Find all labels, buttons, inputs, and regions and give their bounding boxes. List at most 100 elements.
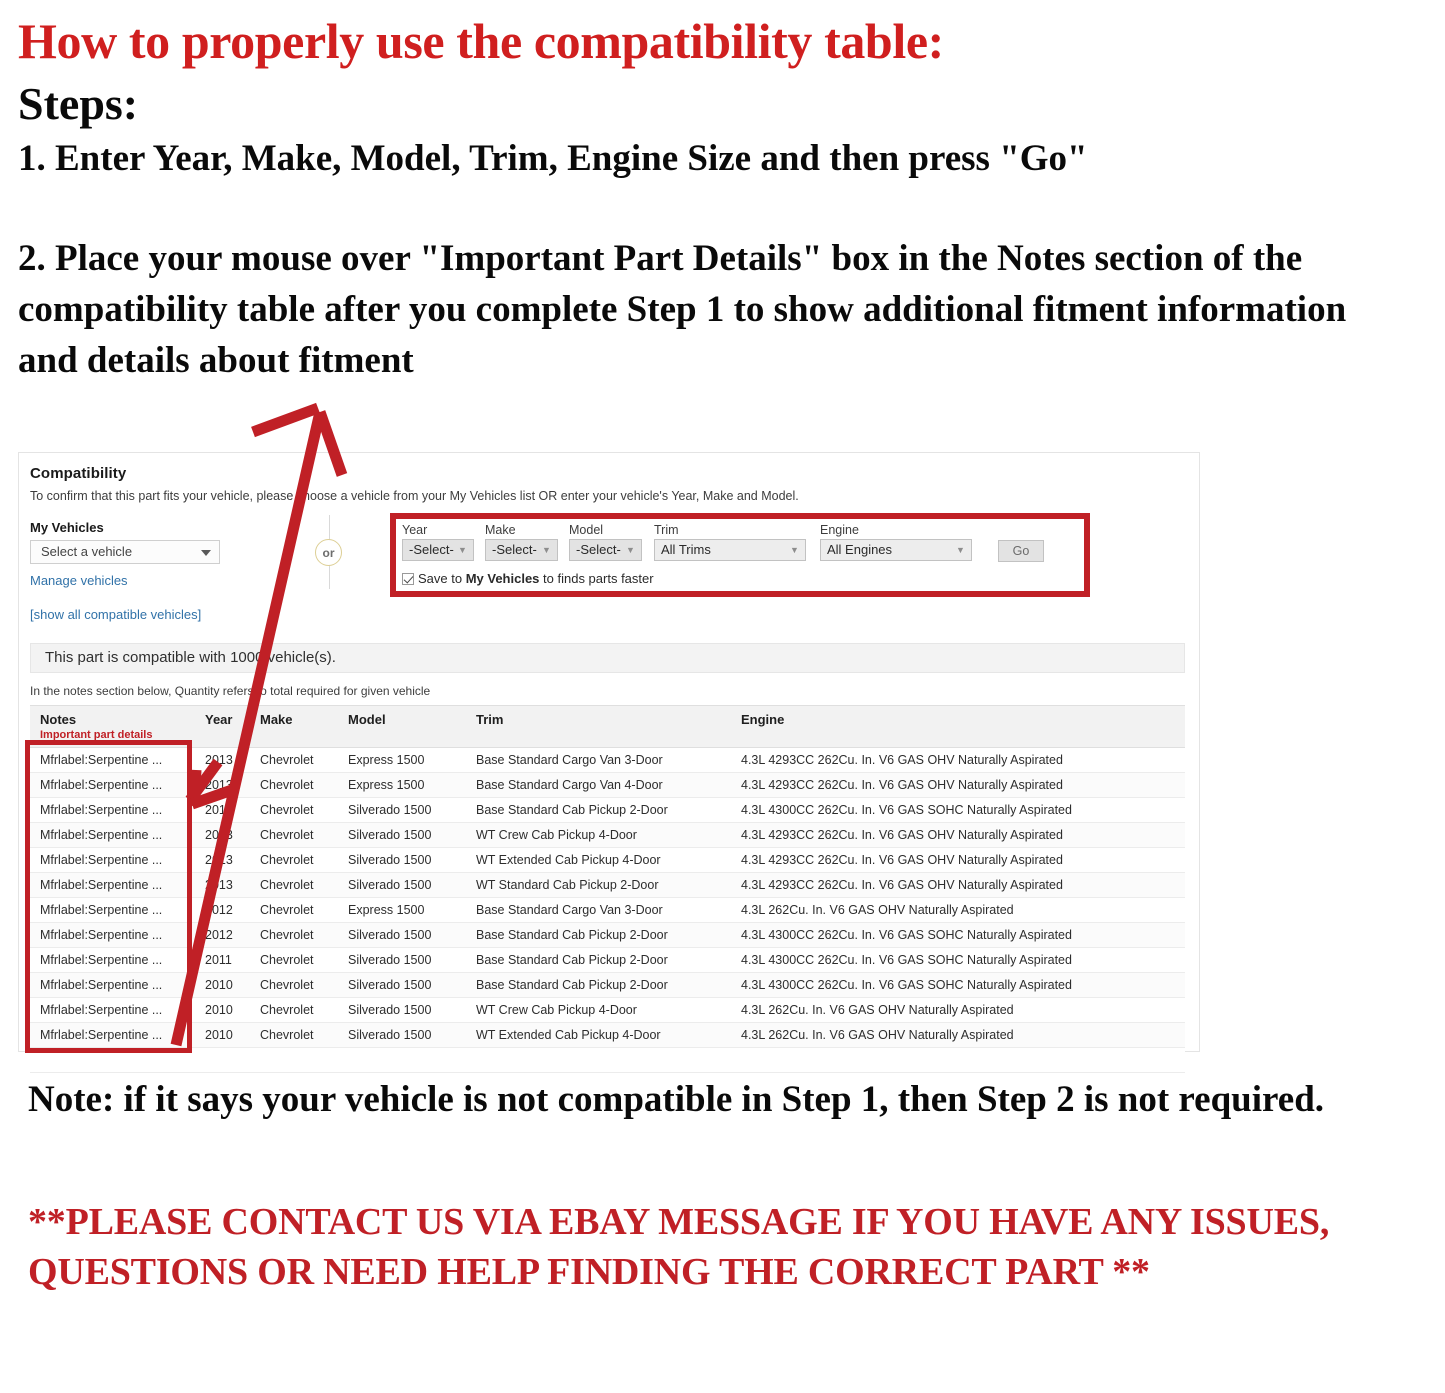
step-1-text: 1. Enter Year, Make, Model, Trim, Engine…: [18, 137, 1088, 179]
cell-engine: 4.3L 4300CC 262Cu. In. V6 GAS SOHC Natur…: [731, 947, 1185, 973]
table-row: Mfrlabel:Serpentine ... 2013 Chevrolet Expr…: [30, 747, 1185, 773]
model-label: Model: [569, 523, 604, 537]
year-label: Year: [402, 523, 428, 537]
cell-notes[interactable]: Mfrlabel:Serpentine ...: [30, 922, 195, 948]
year-field-group: Year -Select- ▼: [402, 523, 474, 561]
trim-label: Trim: [654, 523, 679, 537]
cell-trim: WT Standard Cab Pickup 2-Door: [466, 872, 731, 898]
cell-trim: Base Standard Cargo Van 3-Door: [466, 747, 731, 773]
cell-year: 2012: [195, 922, 250, 948]
cell-engine: 4.3L 4293CC 262Cu. In. V6 GAS OHV Natura…: [731, 872, 1185, 898]
cell-trim: Base Standard Cargo Van 4-Door: [466, 772, 731, 798]
cell-make: Chevrolet: [250, 847, 338, 873]
cell-make: Chevrolet: [250, 872, 338, 898]
compatibility-table-body: Mfrlabel:Serpentine ... 2013 Chevrolet Expr…: [30, 747, 1185, 1073]
cell-model: Silverado 1500: [338, 847, 466, 873]
cell-model: Express 1500: [338, 772, 466, 798]
cell-engine: 4.3L 262Cu. In. V6 GAS OHV Naturally Asp…: [731, 897, 1185, 923]
cell-year: 2013: [195, 847, 250, 873]
trim-field-group: Trim All Trims ▼: [654, 523, 806, 561]
my-vehicles-label: My Vehicles: [30, 520, 104, 535]
model-selected-value: -Select-: [576, 542, 621, 557]
show-all-compatible-vehicles-link[interactable]: [show all compatible vehicles]: [30, 607, 201, 622]
go-button[interactable]: Go: [998, 540, 1044, 562]
chevron-down-icon: [201, 550, 211, 556]
table-row: Mfrlabel:Serpentine ... 2013 Chevrolet Expr…: [30, 772, 1185, 798]
arrow-head-left-wing: [251, 402, 320, 438]
cell-engine: 4.3L 262Cu. In. V6 GAS OHV Naturally Asp…: [731, 1022, 1185, 1048]
chevron-down-icon: ▼: [626, 545, 635, 555]
compatibility-panel: Compatibility To confirm that this part …: [18, 452, 1200, 1073]
cell-notes[interactable]: Mfrlabel:Serpentine ...: [30, 847, 195, 873]
cell-make: Chevrolet: [250, 922, 338, 948]
important-part-details-label[interactable]: Important part details: [40, 729, 195, 741]
cell-year: 2013: [195, 872, 250, 898]
column-header-trim[interactable]: Trim: [466, 705, 731, 748]
table-row: Mfrlabel:Serpentine ... 2012 Chevrolet Silv…: [30, 922, 1185, 948]
save-to-my-vehicles-row[interactable]: Save to My Vehicles to finds parts faste…: [402, 571, 654, 586]
cell-notes[interactable]: Mfrlabel:Serpentine ...: [30, 897, 195, 923]
make-select[interactable]: -Select- ▼: [485, 539, 558, 561]
manage-vehicles-link[interactable]: Manage vehicles: [30, 573, 128, 588]
cell-model: Silverado 1500: [338, 872, 466, 898]
model-field-group: Model -Select- ▼: [569, 523, 642, 561]
cell-year: 2013: [195, 747, 250, 773]
cell-notes[interactable]: Mfrlabel:Serpentine ...: [30, 947, 195, 973]
cell-make: Chevrolet: [250, 997, 338, 1023]
table-row: Mfrlabel:Serpentine ...2010ChevroletSilv…: [30, 972, 1185, 998]
cell-engine: 4.3L 4293CC 262Cu. In. V6 GAS OHV Natura…: [731, 772, 1185, 798]
table-row: Mfrlabel:Serpentine ... 2013 Chevrolet Silv…: [30, 847, 1185, 873]
table-row: Mfrlabel:Serpentine ...2010ChevroletSilv…: [30, 997, 1185, 1023]
cell-trim: Base Standard Cargo Van 3-Door: [466, 897, 731, 923]
column-header-make[interactable]: Make: [250, 705, 338, 748]
cell-model: Express 1500: [338, 747, 466, 773]
cell-engine: 4.3L 262Cu. In. V6 GAS OHV Naturally Asp…: [731, 997, 1185, 1023]
cell-notes[interactable]: Mfrlabel:Serpentine ...: [30, 772, 195, 798]
quantity-note: In the notes section below, Quantity ref…: [30, 684, 431, 698]
cell-notes[interactable]: Mfrlabel:Serpentine ...: [30, 972, 195, 998]
make-selected-value: -Select-: [492, 542, 537, 557]
cell-notes[interactable]: Mfrlabel:Serpentine ...: [30, 1022, 195, 1048]
cell-notes[interactable]: Mfrlabel:Serpentine ...: [30, 797, 195, 823]
cell-trim: Base Standard Cab Pickup 2-Door: [466, 797, 731, 823]
cell-notes[interactable]: Mfrlabel:Serpentine ...: [30, 997, 195, 1023]
cell-trim: Base Standard Cab Pickup 2-Door: [466, 922, 731, 948]
panel-bottom-mask: [18, 1053, 1200, 1067]
trim-select[interactable]: All Trims ▼: [654, 539, 806, 561]
column-header-engine[interactable]: Engine: [731, 705, 1185, 748]
engine-select[interactable]: All Engines ▼: [820, 539, 972, 561]
cell-model: Silverado 1500: [338, 1022, 466, 1048]
cell-notes[interactable]: Mfrlabel:Serpentine ...: [30, 872, 195, 898]
cell-year: 2013: [195, 822, 250, 848]
compatibility-table: Notes Important part details Year Make M…: [30, 705, 1185, 1073]
table-row: Mfrlabel:Serpentine ... 2011 Chevrolet Silv…: [30, 947, 1185, 973]
column-header-model[interactable]: Model: [338, 705, 466, 748]
cell-make: Chevrolet: [250, 972, 338, 998]
or-label: or: [315, 539, 342, 566]
cell-engine: 4.3L 4293CC 262Cu. In. V6 GAS OHV Natura…: [731, 822, 1185, 848]
make-label: Make: [485, 523, 516, 537]
save-checkbox-suffix: to finds parts faster: [539, 571, 654, 586]
cell-year: 2012: [195, 897, 250, 923]
column-header-year[interactable]: Year: [195, 705, 250, 748]
table-row: Mfrlabel:Serpentine ... 2012 Chevrolet Expr…: [30, 897, 1185, 923]
cell-trim: WT Extended Cab Pickup 4-Door: [466, 847, 731, 873]
engine-selected-value: All Engines: [827, 542, 893, 557]
save-checkbox-prefix: Save to: [418, 571, 466, 586]
cell-model: Express 1500: [338, 897, 466, 923]
cell-notes[interactable]: Mfrlabel:Serpentine ...: [30, 747, 195, 773]
chevron-down-icon: ▼: [542, 545, 551, 555]
column-header-notes[interactable]: Notes Important part details: [30, 705, 195, 748]
save-to-my-vehicles-checkbox[interactable]: [402, 573, 414, 585]
step-2-text: 2. Place your mouse over "Important Part…: [18, 238, 1347, 382]
cell-engine: 4.3L 4300CC 262Cu. In. V6 GAS SOHC Natur…: [731, 922, 1185, 948]
cell-make: Chevrolet: [250, 772, 338, 798]
my-vehicles-select[interactable]: Select a vehicle: [30, 540, 220, 564]
model-select[interactable]: -Select- ▼: [569, 539, 642, 561]
cell-notes[interactable]: Mfrlabel:Serpentine ...: [30, 822, 195, 848]
year-select[interactable]: -Select- ▼: [402, 539, 474, 561]
instructions-block: How to properly use the compatibility ta…: [18, 14, 1418, 386]
cell-make: Chevrolet: [250, 947, 338, 973]
cell-year: 2011: [195, 947, 250, 973]
chevron-down-icon: ▼: [790, 545, 799, 555]
